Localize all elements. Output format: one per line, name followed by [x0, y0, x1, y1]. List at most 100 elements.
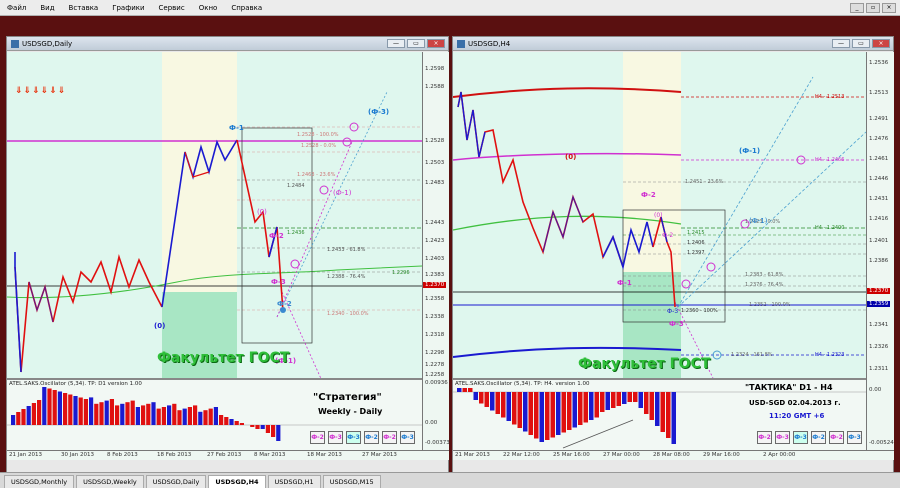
- oscillator-bar: [633, 392, 638, 402]
- oscillator-bar: [213, 407, 218, 425]
- minimize-icon[interactable]: _: [850, 2, 864, 13]
- legend-item: Ф-2: [382, 431, 397, 444]
- oscillator-bar: [193, 405, 198, 425]
- time-axis: 21 Mar 2013 22 Mar 12:00 25 Mar 16:00 27…: [453, 450, 894, 460]
- legend-item: Ф-3: [793, 431, 808, 444]
- level-label: 1.2433 - 61.8%: [327, 247, 366, 253]
- minimize-icon[interactable]: —: [387, 39, 405, 48]
- oscillator-bar: [234, 421, 239, 425]
- level-label: 1.2360 - 100%: [681, 308, 718, 314]
- menu-help[interactable]: Справка: [224, 4, 269, 12]
- chart-tabs: USDSGD,Monthly USDSGD,Weekly USDSGD,Dail…: [0, 472, 900, 488]
- price-tick: 1.2503: [425, 160, 445, 166]
- oscillator-bar: [141, 405, 146, 425]
- price-tick: 1.2311: [869, 366, 889, 372]
- chart-window-titlebar[interactable]: USDSGD,Daily — ▭ ×: [7, 37, 448, 51]
- level-label: 1.2415: [687, 230, 705, 236]
- legend-item: Ф-3: [346, 431, 361, 444]
- oscillator-bar: [172, 403, 177, 425]
- watermark-text: Факультет ГОСТ: [157, 350, 290, 366]
- level-label: 1.2296: [392, 270, 410, 276]
- restore-icon[interactable]: ▭: [407, 39, 425, 48]
- level-label: 1.2388 - 76.4%: [327, 274, 366, 280]
- oscillator-axis: 0.00936 0.00 -0.00373: [422, 378, 450, 450]
- tab-monthly[interactable]: USDSGD,Monthly: [4, 475, 75, 488]
- oscillator-bar: [539, 392, 544, 442]
- restore-icon[interactable]: ▭: [852, 39, 870, 48]
- oscillator-bar: [671, 392, 676, 444]
- legend-item: Ф-2: [364, 431, 379, 444]
- oscillator-bar: [37, 400, 42, 425]
- chart-window-daily[interactable]: USDSGD,Daily — ▭ × ⇓ ⇓ ⇓ ⇓ ⇓ ⇓ 1.2528 - …: [6, 36, 450, 474]
- time-axis: 21 Jan 2013 30 Jan 2013 8 Feb 2013 18 Fe…: [7, 450, 449, 460]
- menu-tools[interactable]: Сервис: [152, 4, 192, 12]
- time-tick: 27 Mar 00:00: [603, 452, 640, 458]
- menu-insert[interactable]: Вставка: [62, 4, 106, 12]
- wave-label: (Ф-1): [749, 217, 768, 225]
- price-tick: 1.2443: [425, 220, 445, 226]
- close-icon[interactable]: ×: [882, 2, 896, 13]
- tab-h1[interactable]: USDSGD,H1: [267, 475, 321, 488]
- menu-file[interactable]: Файл: [0, 4, 33, 12]
- oscillator-bar: [78, 397, 83, 425]
- level-label: 1.2436: [287, 230, 305, 236]
- oscillator-bar: [203, 410, 208, 425]
- wave-label: Ф-2: [277, 300, 292, 308]
- oscillator-panel[interactable]: ATEL.SAKS.Oscillator (5,34). TP: D1 vers…: [7, 378, 422, 450]
- oscillator-bar: [501, 392, 506, 418]
- oscillator-bar: [130, 400, 135, 425]
- minimize-icon[interactable]: —: [832, 39, 850, 48]
- line-price-tag: 1.2359: [867, 301, 891, 307]
- price-tick: 1.2476: [869, 136, 889, 142]
- oscillator-bar: [660, 392, 665, 432]
- oscillator-bar: [21, 409, 26, 425]
- oscillator-label: ATEL.SAKS.Oscillator (5,34). TP: D1 vers…: [9, 381, 142, 387]
- price-tick: 1.2318: [425, 332, 445, 338]
- signal-arrows: ⇓ ⇓ ⇓ ⇓ ⇓ ⇓: [15, 87, 65, 96]
- level-label: 1.2352 - 100.0%: [749, 302, 791, 308]
- oscillator-bar: [219, 415, 224, 425]
- restore-icon[interactable]: ▫: [866, 2, 880, 13]
- tab-m15[interactable]: USDSGD,M15: [322, 475, 381, 488]
- price-chart[interactable]: ⇓ ⇓ ⇓ ⇓ ⇓ ⇓ 1.2528 - 100.0% 1.2528 - 0.0…: [7, 52, 422, 378]
- down-arrow-icon: ⇓: [15, 86, 23, 96]
- oscillator-bar: [490, 392, 495, 411]
- price-chart[interactable]: H4 - 1.2513 H4 - 1.2466 1.2451 - 23.6% 1…: [453, 52, 866, 378]
- oscillator-bar: [594, 392, 599, 418]
- chart-window-h4[interactable]: USDSGD,H4 — ▭ × H4 - 1.2513 H4 - 1.2466 …: [452, 36, 894, 474]
- oscillator-bar: [649, 392, 654, 420]
- oscillator-bar: [187, 407, 192, 425]
- tab-h4[interactable]: USDSGD,H4: [208, 475, 266, 488]
- oscillator-bar: [239, 423, 244, 425]
- time-tick: 27 Feb 2013: [207, 452, 242, 458]
- price-tick: 1.2416: [869, 216, 889, 222]
- oscillator-bar: [52, 390, 57, 425]
- close-icon[interactable]: ×: [427, 39, 445, 48]
- close-icon[interactable]: ×: [872, 39, 890, 48]
- menu-window[interactable]: Окно: [192, 4, 225, 12]
- time-tick: 8 Mar 2013: [254, 452, 286, 458]
- mdi-workspace: USDSGD,Daily — ▭ × ⇓ ⇓ ⇓ ⇓ ⇓ ⇓ 1.2528 - …: [0, 16, 900, 474]
- price-tick: 1.2278: [425, 362, 445, 368]
- oscillator-bar: [550, 392, 555, 438]
- wave-label: (0): [654, 212, 663, 219]
- tab-weekly[interactable]: USDSGD,Weekly: [76, 475, 144, 488]
- price-tick: 1.2383: [425, 272, 445, 278]
- time-tick: 25 Mar 16:00: [553, 452, 590, 458]
- oscillator-bar: [567, 392, 572, 430]
- oscillator-bar: [589, 392, 594, 420]
- menu-view[interactable]: Вид: [33, 4, 61, 12]
- price-tick: 1.2536: [869, 60, 889, 66]
- oscillator-tick: 0.00936: [425, 380, 448, 386]
- oscillator-bar: [561, 392, 566, 433]
- oscillator-bar: [578, 392, 583, 425]
- wave-label: Ф-1: [229, 124, 244, 132]
- oscillator-bar: [512, 392, 517, 425]
- oscillator-panel[interactable]: ATEL.SAKS.Oscillator (5,34). TP: H4. ver…: [453, 378, 866, 450]
- chart-window-titlebar[interactable]: USDSGD,H4 — ▭ ×: [453, 37, 893, 51]
- oscillator-bar: [556, 392, 561, 435]
- menu-charts[interactable]: Графики: [105, 4, 151, 12]
- wave-label: (0): [257, 208, 267, 216]
- tab-daily[interactable]: USDSGD,Daily: [145, 475, 207, 488]
- oscillator-bar: [638, 392, 643, 408]
